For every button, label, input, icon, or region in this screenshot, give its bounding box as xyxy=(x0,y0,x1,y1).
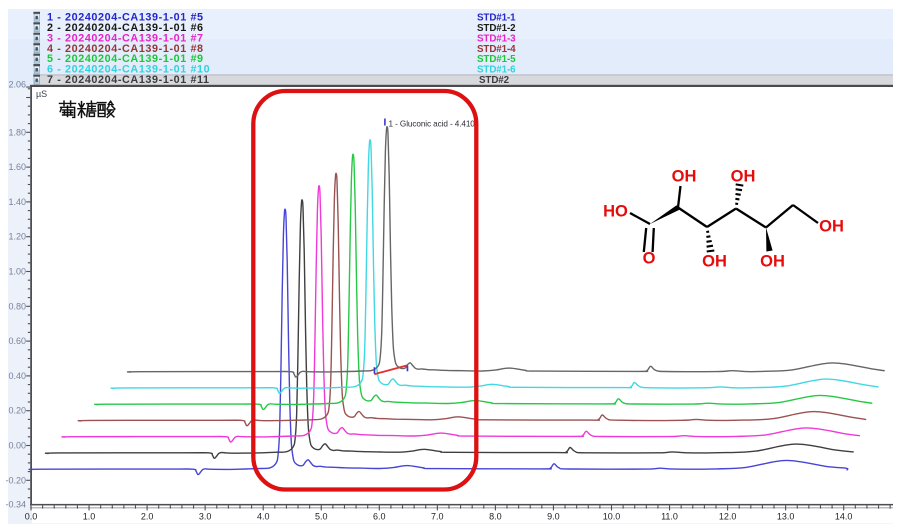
svg-text:0.40: 0.40 xyxy=(8,371,26,381)
svg-text:5.0: 5.0 xyxy=(315,512,328,522)
svg-text:OH: OH xyxy=(672,168,697,186)
svg-text:µS: µS xyxy=(36,89,47,99)
svg-text:STD#1-2: STD#1-2 xyxy=(477,23,516,34)
svg-text:2.06: 2.06 xyxy=(8,80,26,90)
svg-text:O: O xyxy=(643,250,656,268)
svg-text:OH: OH xyxy=(731,168,756,186)
svg-text:7 - 20240204-CA139-1-01 #11: 7 - 20240204-CA139-1-01 #11 xyxy=(47,74,210,86)
svg-text:STD#2: STD#2 xyxy=(479,75,510,86)
svg-text:STD#1-1: STD#1-1 xyxy=(477,12,516,23)
svg-text:-0.20: -0.20 xyxy=(5,475,26,485)
svg-text:STD#1-5: STD#1-5 xyxy=(477,54,516,65)
svg-text:14.0: 14.0 xyxy=(835,512,853,522)
svg-text:STD#1-3: STD#1-3 xyxy=(477,33,516,44)
svg-text:OH: OH xyxy=(819,218,844,236)
svg-text:0.20: 0.20 xyxy=(8,406,26,416)
svg-text:12.0: 12.0 xyxy=(719,512,737,522)
svg-text:13.0: 13.0 xyxy=(777,512,795,522)
svg-text:OH: OH xyxy=(702,253,727,271)
svg-text:1.80: 1.80 xyxy=(8,127,26,137)
svg-text:OH: OH xyxy=(760,253,785,271)
svg-text:1.40: 1.40 xyxy=(8,197,26,207)
svg-text:7.0: 7.0 xyxy=(431,512,444,522)
svg-text:1.00: 1.00 xyxy=(8,267,26,277)
svg-text:4.0: 4.0 xyxy=(257,512,270,522)
svg-text:9.0: 9.0 xyxy=(547,512,560,522)
svg-text:1 - Gluconic acid - 4.410: 1 - Gluconic acid - 4.410 xyxy=(389,120,476,129)
svg-text:6.0: 6.0 xyxy=(373,512,386,522)
svg-text:11.0: 11.0 xyxy=(661,512,678,522)
svg-text:0.00: 0.00 xyxy=(8,441,26,451)
svg-text:1.60: 1.60 xyxy=(8,162,26,172)
svg-text:-0.34: -0.34 xyxy=(5,500,26,510)
svg-text:HO: HO xyxy=(603,203,628,221)
svg-text:1.0: 1.0 xyxy=(83,512,96,522)
svg-text:10.0: 10.0 xyxy=(603,512,621,522)
svg-text:1.20: 1.20 xyxy=(8,232,26,242)
svg-text:8.0: 8.0 xyxy=(489,512,502,522)
svg-text:0.60: 0.60 xyxy=(8,336,26,346)
svg-text:3.0: 3.0 xyxy=(199,512,212,522)
svg-text:STD#1-6: STD#1-6 xyxy=(477,65,516,76)
svg-text:0.0: 0.0 xyxy=(25,512,38,522)
svg-text:2.0: 2.0 xyxy=(141,512,154,522)
svg-text:0.80: 0.80 xyxy=(8,301,26,311)
svg-text:STD#1-4: STD#1-4 xyxy=(477,44,516,55)
